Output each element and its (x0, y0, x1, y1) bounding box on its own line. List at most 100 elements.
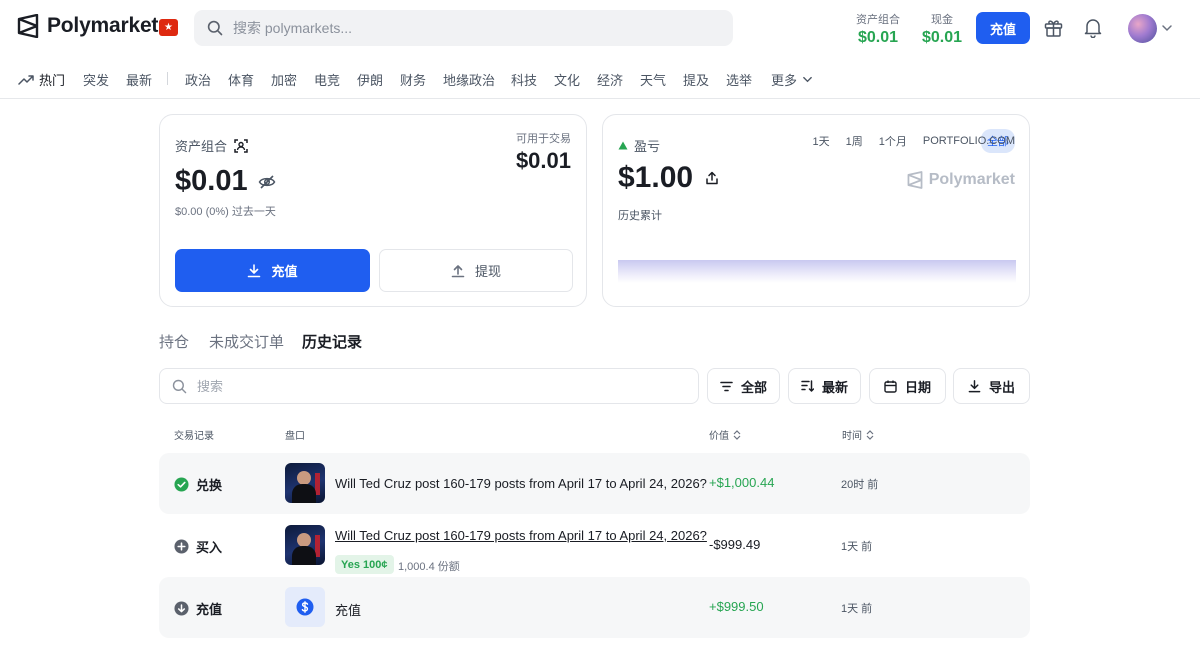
dollar-circle-icon (296, 598, 314, 616)
bell-icon[interactable] (1082, 16, 1104, 38)
region-flag-icon[interactable]: ★ (159, 19, 178, 36)
gift-icon[interactable] (1042, 16, 1064, 38)
download-icon (968, 379, 981, 392)
export-label: 导出 (988, 379, 1015, 395)
global-search-input[interactable] (233, 20, 713, 36)
filter-all-button[interactable]: 全部 (707, 368, 780, 404)
column-header-activity: 交易记录 (174, 431, 214, 442)
date-filter-button[interactable]: 日期 (869, 368, 946, 404)
column-header-time[interactable]: 时间 (842, 427, 874, 442)
nav-item-sports[interactable]: 体育 (228, 70, 254, 89)
pnl-label: 盈亏 (634, 139, 661, 154)
nav-item-elections[interactable]: 选举 (726, 70, 752, 89)
portfolio-card: 资产组合 $0.01 $0.00 (0%) 过去一天 可用于交易 $0.01 充… (159, 114, 587, 307)
tab-positions[interactable]: 持仓 (159, 331, 189, 352)
brand-logo[interactable]: Polymarket (17, 14, 158, 38)
chevron-down-icon[interactable] (1161, 22, 1173, 34)
row-amount: -$999.49 (709, 537, 761, 552)
nav-item-culture[interactable]: 文化 (554, 70, 580, 89)
cash-stat[interactable]: 现金 $0.01 (922, 11, 962, 47)
nav-item-new[interactable]: 最新 (126, 70, 152, 89)
sort-newest-button[interactable]: 最新 (788, 368, 861, 404)
nav-item-more[interactable]: 更多 (771, 70, 813, 89)
row-time: 20时 前 (841, 479, 879, 491)
market-title[interactable]: Will Ted Cruz post 160-179 posts from Ap… (335, 476, 707, 491)
range-1m[interactable]: 1个月 (879, 133, 907, 149)
portfolio-stat-value: $0.01 (857, 29, 899, 46)
nav-item-trending[interactable]: 热门 (18, 70, 65, 89)
pnl-card-header: 盈亏 (618, 136, 660, 155)
portfolio-card-label: 资产组合 (175, 139, 228, 154)
polymarket-logo-icon (17, 14, 39, 38)
history-search-input[interactable] (197, 378, 677, 394)
history-search[interactable] (159, 368, 699, 404)
sort-arrows-icon (866, 429, 874, 440)
tab-history[interactable]: 历史记录 (302, 331, 362, 352)
check-circle-icon (174, 477, 189, 492)
nav-item-breaking[interactable]: 突发 (83, 70, 109, 89)
cash-stat-value: $0.01 (922, 29, 963, 46)
market-thumbnail[interactable] (285, 525, 325, 565)
filter-icon (720, 381, 733, 391)
range-1d[interactable]: 1天 (813, 133, 830, 149)
scan-icon[interactable] (233, 138, 249, 154)
nav-item-esports[interactable]: 电竞 (314, 70, 340, 89)
nav-item-mentions[interactable]: 提及 (683, 70, 709, 89)
nav-item-iran[interactable]: 伊朗 (357, 70, 383, 89)
activity-label: 买入 (196, 540, 223, 555)
nav-item-politics[interactable]: 政治 (185, 70, 211, 89)
pnl-value: $1.00 (618, 161, 719, 195)
nav-item-tech[interactable]: 科技 (511, 70, 537, 89)
shares-count: 1,000.4 份额 (398, 561, 460, 573)
nav-item-geopolitics[interactable]: 地缘政治 (443, 70, 495, 89)
brand-name: Polymarket (47, 14, 159, 37)
range-portfolio-link[interactable]: PORTFOLIO.COM (923, 135, 1015, 147)
activity-label: 兑换 (196, 478, 223, 493)
table-row[interactable]: 买入 Will Ted Cruz post 160-179 posts from… (159, 515, 1030, 576)
outcome-chip: Yes 100¢ (335, 555, 394, 574)
download-icon (248, 263, 261, 277)
column-header-market: 盘口 (285, 431, 305, 442)
chevron-down-icon (803, 76, 812, 83)
avatar[interactable] (1128, 14, 1157, 43)
portfolio-value: $0.01 (175, 165, 276, 198)
market-thumbnail[interactable] (285, 463, 325, 503)
available-label: 可用于交易 (516, 133, 571, 145)
date-filter-label: 日期 (904, 379, 931, 395)
eye-off-icon[interactable] (258, 174, 276, 190)
row-amount: +$999.50 (709, 599, 764, 614)
activity-cell: 兑换 (174, 475, 222, 494)
nav-item-crypto[interactable]: 加密 (271, 70, 297, 89)
nav-item-weather[interactable]: 天气 (640, 70, 666, 89)
tab-open-orders[interactable]: 未成交订单 (209, 331, 284, 352)
export-button[interactable]: 导出 (953, 368, 1030, 404)
portfolio-stat-label: 资产组合 (856, 14, 900, 26)
pnl-value-text: $1.00 (618, 161, 694, 194)
available-value: $0.01 (515, 148, 571, 173)
deposit-thumbnail (285, 587, 325, 627)
calendar-icon (884, 380, 897, 393)
table-row[interactable]: 兑换 Will Ted Cruz post 160-179 posts from… (159, 453, 1030, 514)
nav-divider (167, 72, 168, 85)
header-deposit-button[interactable]: 充值 (976, 12, 1030, 44)
deposit-button[interactable]: 充值 (175, 249, 370, 292)
watermark-text: Polymarket (928, 171, 1015, 188)
row-time: 1天 前 (841, 603, 873, 615)
top-bar: Polymarket ★ 资产组合 $0.01 现金 $0.01 充值 (0, 0, 1200, 56)
table-row[interactable]: 充值 充值 +$999.50 1天 前 (159, 577, 1030, 638)
row-amount: +$1,000.44 (709, 475, 775, 490)
portfolio-stat[interactable]: 资产组合 $0.01 (856, 11, 900, 47)
flag-star-icon: ★ (164, 21, 173, 33)
nav-item-finance[interactable]: 财务 (400, 70, 426, 89)
withdraw-button[interactable]: 提现 (379, 249, 573, 292)
global-search[interactable] (194, 10, 733, 46)
market-title-link[interactable]: Will Ted Cruz post 160-179 posts from Ap… (335, 528, 707, 543)
column-header-value[interactable]: 价值 (709, 427, 741, 442)
range-1w[interactable]: 1周 (846, 133, 863, 149)
pnl-card: 盈亏 1天 1周 1个月 PORTFOLIO.COM 全部 $1.00 历史累计… (602, 114, 1030, 307)
sort-newest-label: 最新 (821, 379, 848, 395)
range-selector: 1天 1周 1个月 PORTFOLIO.COM 全部 (813, 129, 1015, 153)
triangle-up-icon (618, 141, 628, 150)
share-icon[interactable] (705, 171, 719, 185)
nav-item-economy[interactable]: 经济 (597, 70, 623, 89)
